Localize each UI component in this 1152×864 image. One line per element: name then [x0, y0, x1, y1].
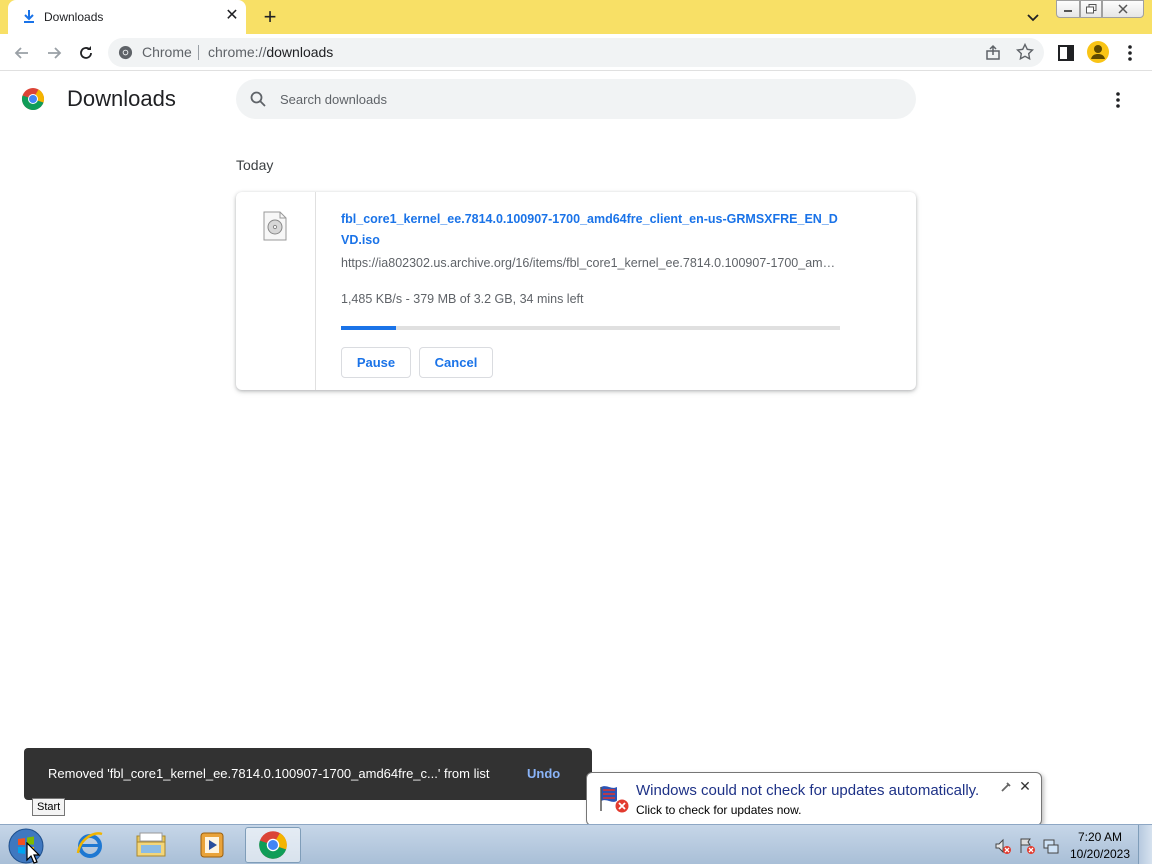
download-item-card: fbl_core1_kernel_ee.7814.0.100907-1700_a…: [236, 192, 916, 390]
back-arrow-icon: [14, 47, 28, 59]
taskbar-chrome[interactable]: [245, 827, 301, 863]
profile-avatar-button[interactable]: [1087, 41, 1109, 63]
cancel-button[interactable]: Cancel: [419, 347, 493, 378]
person-icon: [1091, 45, 1105, 59]
volume-muted-icon[interactable]: [994, 837, 1012, 855]
undo-button[interactable]: Undo: [527, 766, 560, 781]
page-title: Downloads: [67, 86, 176, 111]
file-icon-column: [236, 192, 316, 390]
omnibox-url-prefix: chrome://: [208, 44, 267, 60]
omnibox-url-host: downloads: [266, 44, 334, 60]
new-tab-button[interactable]: +: [258, 5, 282, 29]
tab-close-icon[interactable]: ✕: [222, 6, 242, 26]
share-icon[interactable]: [984, 44, 1002, 62]
chrome-site-icon[interactable]: [118, 45, 133, 60]
title-bar: Downloads ✕ +: [0, 0, 1152, 34]
omnibox-url: chrome://downloads: [208, 44, 333, 60]
forward-arrow-icon: [48, 47, 62, 59]
omnibox-divider: [198, 45, 199, 60]
forward-button[interactable]: [43, 42, 65, 64]
reload-icon: [80, 46, 92, 59]
minimize-icon: [1064, 10, 1072, 12]
internet-explorer-icon: [76, 832, 103, 858]
taskbar-file-explorer[interactable]: [123, 827, 179, 863]
minimize-button[interactable]: [1056, 0, 1080, 18]
balloon-options-icon[interactable]: [999, 780, 1013, 794]
window-controls: [1056, 0, 1144, 18]
network-icon[interactable]: [1042, 837, 1060, 855]
search-downloads-bar[interactable]: [236, 79, 916, 119]
start-tooltip: Start: [32, 798, 66, 816]
omnibox-scheme-label: Chrome: [142, 44, 192, 60]
media-player-icon: [200, 832, 224, 858]
download-progress-fill: [341, 326, 396, 330]
download-icon: [24, 10, 34, 23]
windows-taskbar: 7:20 AM 10/20/2023: [0, 824, 1152, 864]
page-more-actions-icon[interactable]: [1108, 90, 1128, 110]
source-url-link[interactable]: https://ia802302.us.archive.org/16/items…: [341, 256, 839, 270]
clock-date[interactable]: 10/20/2023: [1060, 847, 1140, 861]
balloon-title: Windows could not check for updates auto…: [636, 782, 980, 799]
reload-button[interactable]: [75, 42, 97, 64]
removed-toast: Removed 'fbl_core1_kernel_ee.7814.0.1009…: [24, 748, 592, 800]
taskbar-internet-explorer[interactable]: [62, 827, 118, 863]
chrome-icon: [259, 831, 287, 859]
search-icon[interactable]: [250, 91, 266, 107]
taskbar-media-player[interactable]: [184, 827, 240, 863]
window-close-button[interactable]: [1102, 0, 1144, 18]
mouse-cursor-icon: [26, 842, 40, 864]
search-input[interactable]: [280, 79, 880, 119]
restore-button[interactable]: [1080, 0, 1102, 18]
action-center-flag-icon[interactable]: [1018, 837, 1036, 855]
bookmark-star-icon[interactable]: [1016, 43, 1034, 61]
windows-update-error-flag-icon: [600, 786, 630, 814]
folder-icon: [136, 832, 166, 857]
tab-downloads[interactable]: Downloads ✕: [8, 0, 246, 34]
tab-search-chevron-icon[interactable]: [1024, 8, 1042, 26]
back-button[interactable]: [11, 42, 33, 64]
show-desktop-button[interactable]: [1138, 825, 1152, 864]
balloon-subtitle: Click to check for updates now.: [636, 803, 802, 817]
toast-message: Removed 'fbl_core1_kernel_ee.7814.0.1009…: [48, 766, 490, 781]
balloon-close-icon[interactable]: ✕: [1018, 779, 1032, 793]
browser-menu-icon[interactable]: [1120, 42, 1140, 64]
tab-title: Downloads: [44, 10, 104, 24]
clock-time[interactable]: 7:20 AM: [1060, 830, 1140, 844]
chrome-logo-icon: [21, 88, 45, 111]
browser-toolbar: Chrome chrome://downloads: [0, 34, 1152, 71]
date-section-label: Today: [236, 157, 274, 173]
download-progress-bar: [341, 326, 840, 330]
restore-icon: [1085, 4, 1096, 14]
update-notification-balloon[interactable]: Windows could not check for updates auto…: [586, 772, 1042, 826]
close-icon: [1118, 4, 1128, 14]
file-name-link[interactable]: fbl_core1_kernel_ee.7814.0.100907-1700_a…: [341, 209, 841, 251]
address-bar[interactable]: Chrome chrome://downloads: [108, 38, 1044, 67]
pause-button[interactable]: Pause: [341, 347, 411, 378]
disc-image-file-icon: [263, 211, 287, 241]
download-status-text: 1,485 KB/s - 379 MB of 3.2 GB, 34 mins l…: [341, 292, 584, 306]
side-panel-icon[interactable]: [1057, 44, 1075, 62]
